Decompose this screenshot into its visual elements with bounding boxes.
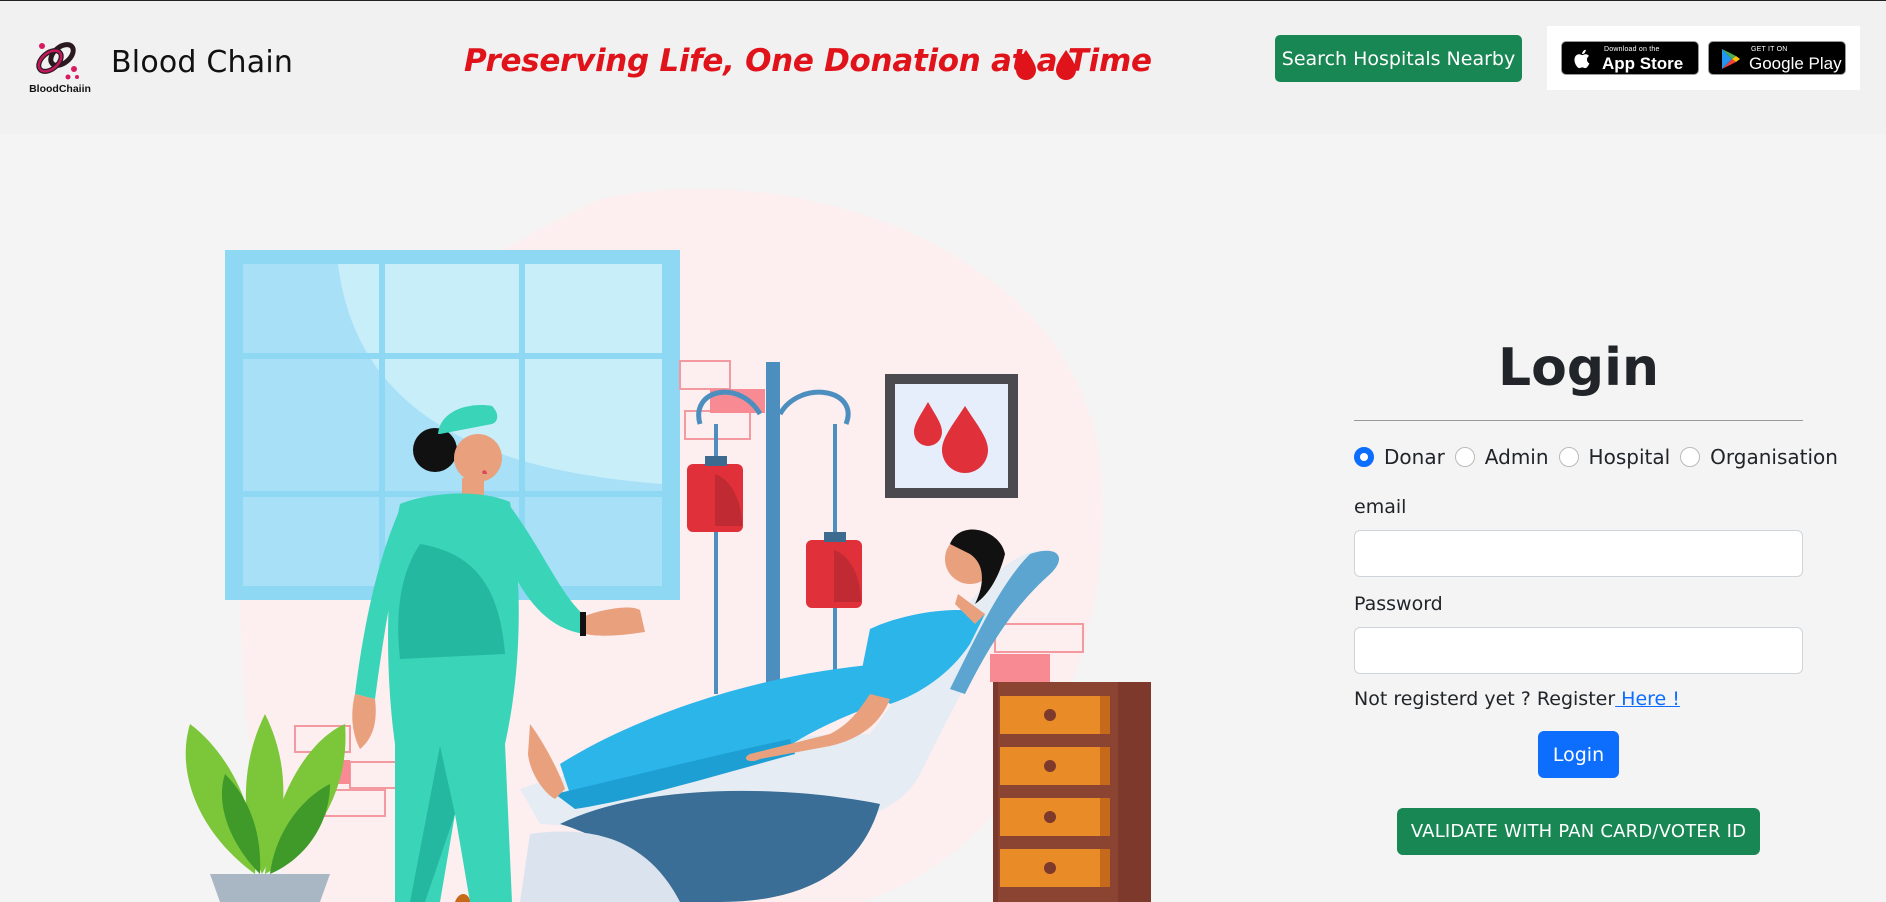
blood-donation-illustration xyxy=(185,188,1151,902)
password-label: Password xyxy=(1354,593,1443,615)
radio-hospital[interactable] xyxy=(1558,447,1579,467)
app-store-small-text: Download on the xyxy=(1604,46,1660,53)
role-organisation-label: Organisation xyxy=(1710,445,1838,469)
password-field[interactable] xyxy=(1354,627,1803,674)
google-play-big-text: Google Play xyxy=(1749,54,1842,73)
app-store-badge[interactable]: Download on the App Store xyxy=(1561,41,1699,75)
login-button[interactable]: Login xyxy=(1538,731,1619,778)
validate-id-button[interactable]: VALIDATE WITH PAN CARD/VOTER ID xyxy=(1397,808,1760,855)
brand-name[interactable]: Blood Chain xyxy=(111,45,293,80)
google-play-badge[interactable]: GET IT ON Google Play xyxy=(1708,41,1846,75)
login-title: Login xyxy=(1498,338,1659,398)
register-link[interactable]: Here ! xyxy=(1615,688,1680,710)
radio-donar[interactable] xyxy=(1354,447,1374,467)
search-hospitals-button[interactable]: Search Hospitals Nearby xyxy=(1275,35,1522,82)
login-divider xyxy=(1354,420,1803,421)
google-play-small-text: GET IT ON xyxy=(1751,46,1788,53)
apple-icon xyxy=(1574,49,1590,69)
email-label: email xyxy=(1354,496,1407,518)
radio-admin[interactable] xyxy=(1454,447,1475,467)
role-donar[interactable]: Donar xyxy=(1354,445,1445,469)
app-store-big-text: App Store xyxy=(1602,54,1684,73)
blood-chain-logo-icon[interactable]: BloodChaiin xyxy=(28,37,92,95)
logo-text: BloodChaiin xyxy=(29,83,91,95)
role-hospital[interactable]: Hospital xyxy=(1558,445,1671,469)
role-radio-group: Donar Admin Hospital Organisation xyxy=(1354,445,1838,469)
role-hospital-label: Hospital xyxy=(1588,445,1671,469)
google-play-icon xyxy=(1722,49,1740,69)
blood-drop-icon xyxy=(1016,50,1076,80)
register-prompt: Not registerd yet ? Register Here ! xyxy=(1354,688,1803,710)
role-admin-label: Admin xyxy=(1484,445,1549,469)
drawer-cabinet xyxy=(993,682,1151,902)
radio-organisation[interactable] xyxy=(1680,447,1701,467)
role-donar-label: Donar xyxy=(1384,445,1445,469)
navbar: BloodChaiin Blood Chain Preserving Life,… xyxy=(0,1,1886,134)
framed-blood-drop-picture xyxy=(885,374,1018,498)
app-store-badges: Download on the App Store GET IT ON Goog… xyxy=(1547,26,1860,90)
register-prompt-text: Not registerd yet ? Register xyxy=(1354,688,1616,710)
email-field[interactable] xyxy=(1354,530,1803,577)
login-panel: Login Donar Admin Hospital Organisation … xyxy=(1354,330,1838,855)
role-organisation[interactable]: Organisation xyxy=(1680,445,1838,469)
role-admin[interactable]: Admin xyxy=(1454,445,1549,469)
